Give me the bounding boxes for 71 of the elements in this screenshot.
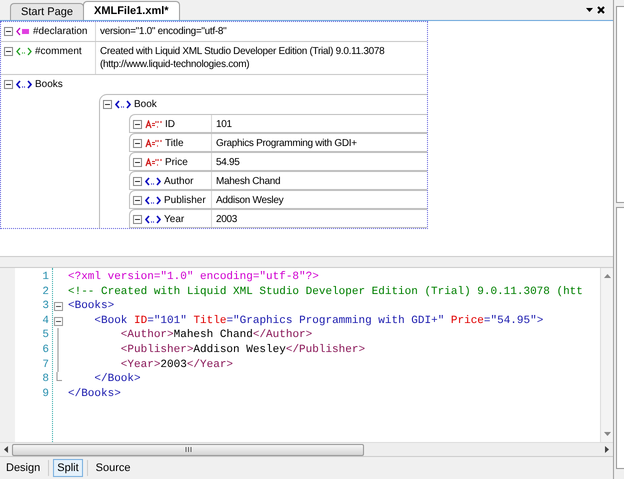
node-name: Books	[35, 78, 63, 91]
close-icon[interactable]	[597, 6, 605, 14]
collapse-icon[interactable]	[133, 139, 142, 148]
code-line: <Book ID="101" Title="Graphics Programming with GDI+" Price="54.95">	[93, 314, 544, 328]
collapse-icon[interactable]	[133, 158, 142, 167]
element-icon	[115, 100, 131, 109]
code-line: <Author>Mahesh Chand</Author>	[120, 328, 314, 343]
collapse-icon[interactable]	[133, 177, 142, 186]
node-value: Graphics Programming with GDI+	[215, 137, 358, 151]
node-name: Price	[165, 156, 188, 169]
scroll-down-icon[interactable]	[604, 432, 610, 436]
line-number: 9	[41, 386, 50, 402]
collapse-icon[interactable]	[133, 196, 142, 205]
line-number: 2	[41, 284, 50, 300]
node-value: Mahesh Chand	[215, 175, 282, 189]
code-line: <Publisher>Addison Wesley</Publisher>	[120, 342, 366, 358]
fold-end-icon	[56, 372, 62, 382]
attribute-icon	[145, 139, 162, 148]
scrollbar-thumb[interactable]	[12, 444, 364, 456]
attribute-icon	[145, 120, 162, 129]
attribute-icon	[145, 158, 162, 167]
line-number: 7	[41, 358, 50, 372]
line-number: 4	[41, 314, 50, 328]
line-number: 6	[41, 342, 50, 358]
collapse-icon[interactable]	[103, 100, 112, 109]
fold-icon[interactable]	[54, 316, 63, 326]
element-icon	[16, 80, 32, 89]
node-value: 2003	[215, 213, 238, 227]
line-number: 3	[41, 299, 50, 314]
dropdown-icon[interactable]	[586, 8, 593, 12]
code-line: </Books>	[68, 386, 122, 402]
line-number: 5	[41, 328, 50, 343]
collapse-icon[interactable]	[4, 27, 13, 36]
document-tab[interactable]: XMLFile1.xml*	[82, 1, 180, 20]
code-line: </Book>	[93, 372, 142, 387]
scroll-left-icon[interactable]	[4, 446, 8, 453]
declaration-icon	[16, 27, 30, 36]
node-value: Created with Liquid XML Studio Developer Edition (Trial) 9.0.11.3078 (http://www.liquid-technologies.com)	[99, 45, 386, 72]
element-icon	[145, 196, 161, 205]
element-icon	[145, 177, 161, 186]
view-tab[interactable]: Split	[53, 459, 83, 477]
collapse-icon[interactable]	[133, 215, 142, 224]
code-line: <Year>2003</Year>	[120, 358, 234, 372]
node-name: Author	[164, 175, 194, 188]
view-tab[interactable]: Source	[92, 459, 135, 477]
node-name: Publisher	[164, 194, 206, 207]
scroll-up-icon[interactable]	[604, 274, 610, 278]
scroll-right-icon[interactable]	[605, 446, 609, 453]
node-value: 101	[215, 118, 233, 132]
line-number: 8	[41, 372, 50, 387]
code-line: <!-- Created with Liquid XML Studio Developer Edition (Trial) 9.0.11.3078 (htt	[68, 284, 584, 300]
node-value: Addison Wesley	[215, 194, 284, 208]
node-name: #declaration	[33, 25, 88, 38]
fold-icon[interactable]	[54, 302, 63, 311]
comment-icon	[16, 47, 32, 56]
line-number: 1	[41, 270, 50, 285]
node-value: 54.95	[215, 156, 241, 170]
element-icon	[145, 215, 161, 224]
code-line: <?xml version="1.0" encoding="utf-8"?>	[68, 270, 320, 285]
document-tab[interactable]: Start Page	[10, 3, 84, 20]
node-name: Title	[165, 137, 184, 150]
view-tab[interactable]: Design	[2, 459, 44, 477]
node-name: Book	[134, 98, 157, 111]
node-name: Year	[164, 213, 184, 226]
collapse-icon[interactable]	[133, 120, 142, 129]
node-name: #comment	[35, 45, 82, 58]
code-line: <Books>	[68, 299, 116, 314]
collapse-icon[interactable]	[4, 47, 13, 56]
node-value: version="1.0" encoding="utf-8"	[99, 25, 228, 39]
collapse-icon[interactable]	[4, 80, 13, 89]
node-name: ID	[165, 118, 175, 131]
